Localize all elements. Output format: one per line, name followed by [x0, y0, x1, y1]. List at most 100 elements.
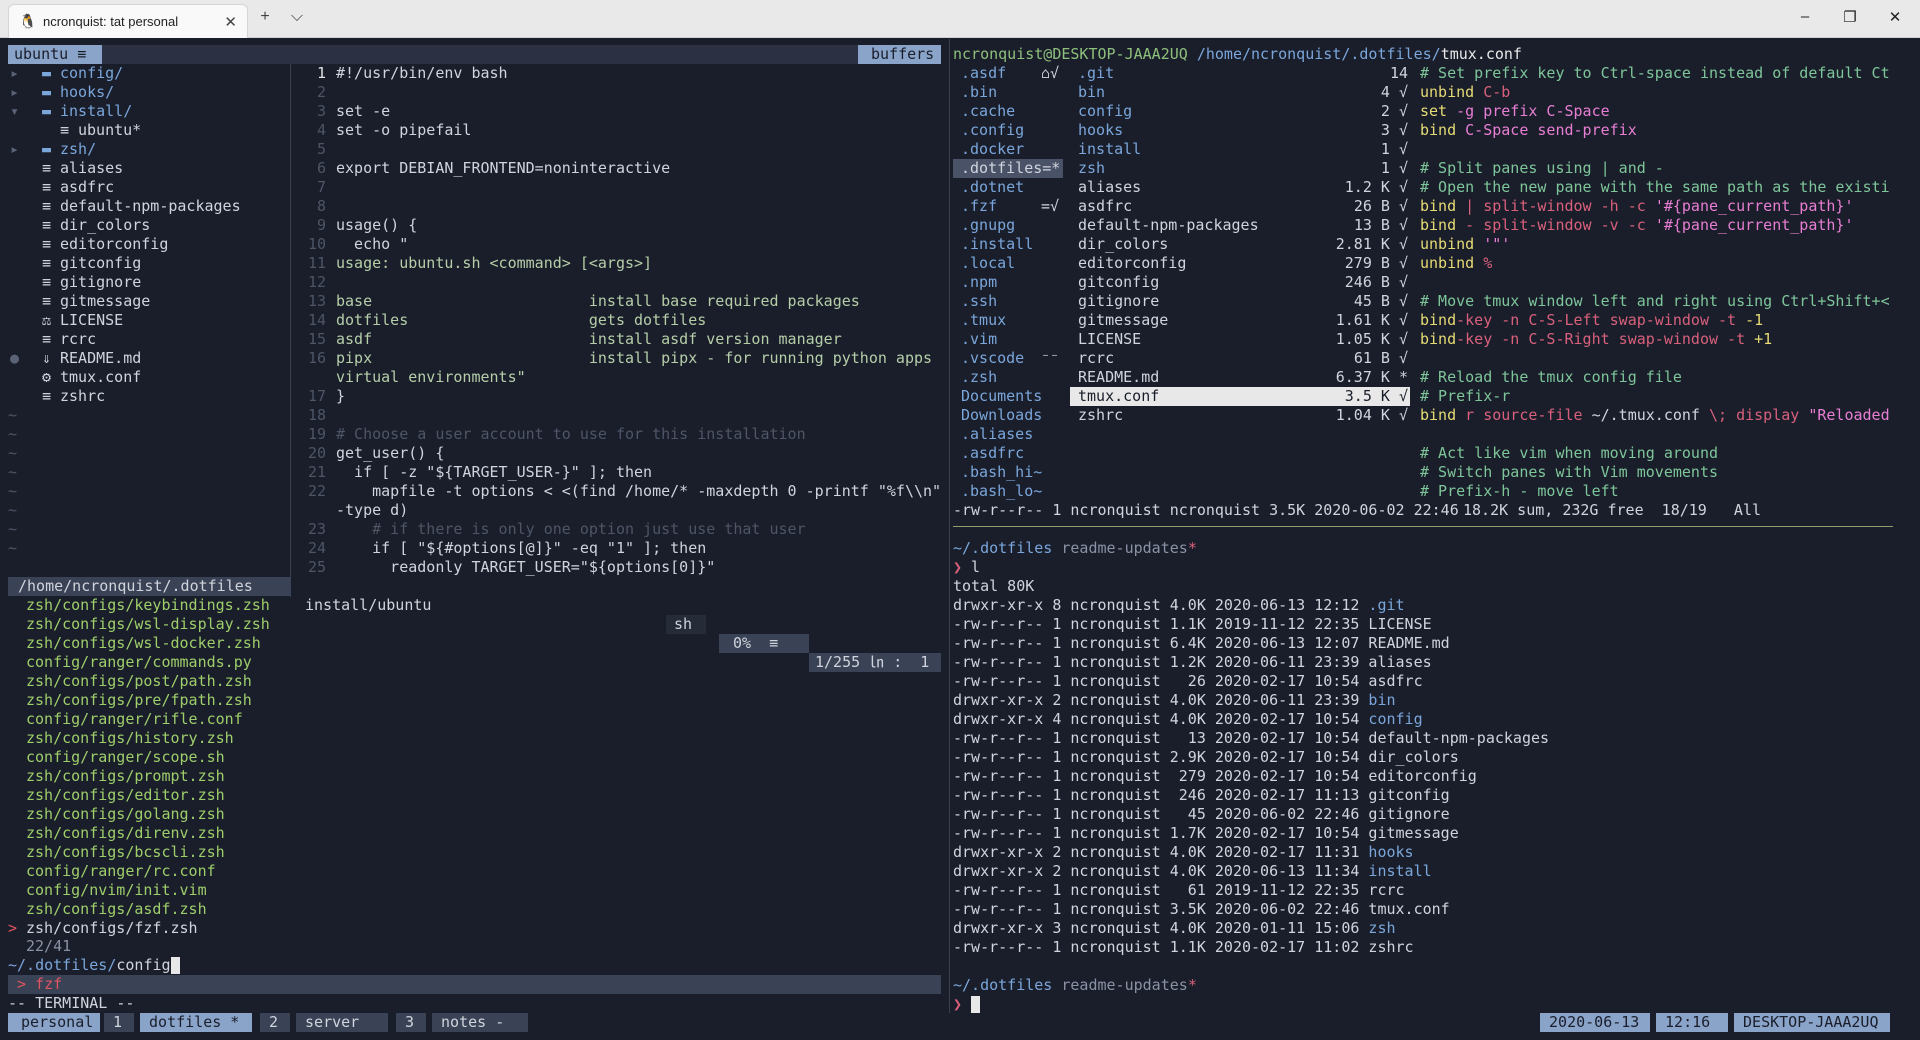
code-line[interactable]: 18 [296, 406, 941, 425]
ranger-entry[interactable]: .vscode ⁻⁻ [953, 349, 1063, 368]
fzf-result[interactable]: zsh/configs/bcscli.zsh [8, 843, 288, 862]
ranger-entry[interactable]: .docker [953, 140, 1063, 159]
tmux-window-number[interactable]: 2 [260, 1013, 290, 1032]
code-line[interactable]: 19 # Choose a user account to use for thi… [296, 425, 941, 444]
code-line[interactable]: 16 pipx install pipx - for running python… [296, 349, 941, 368]
fzf-result[interactable]: zsh/configs/wsl-display.zsh [8, 615, 288, 634]
ranger-entry[interactable]: Downloads [953, 406, 1063, 425]
ranger-entry[interactable]: .ssh [953, 292, 1063, 311]
fzf-result[interactable]: zsh/configs/prompt.zsh [8, 767, 288, 786]
code-line[interactable]: 15 asdf install asdf version manager [296, 330, 941, 349]
maximize-button[interactable]: ❐ [1835, 8, 1865, 26]
fzf-result[interactable]: zsh/configs/direnv.zsh [8, 824, 288, 843]
tree-item[interactable]: ⚖ LICENSE [8, 311, 288, 330]
code-line[interactable]: 22 mapfile -t options < <(find /home/* -… [296, 482, 941, 501]
terminal-area[interactable]: ubuntu ≡ buffers ▸ ▬ config/ ▸ ▬ hooks/ ▾ ▬ inst… [0, 39, 1920, 1040]
ranger-file[interactable]: gitmessage 1.61 K √ [1070, 311, 1410, 330]
code-line[interactable]: 11 usage: ubuntu.sh <command> [<args>] [296, 254, 941, 273]
fzf-result[interactable]: config/ranger/commands.py [8, 653, 288, 672]
fzf-result[interactable]: config/nvim/init.vim [8, 881, 288, 900]
ranger-file[interactable]: zshrc 1.04 K √ [1070, 406, 1410, 425]
tree-item[interactable]: ≡ dir_colors [8, 216, 288, 235]
ranger-file[interactable]: default-npm-packages 13 B √ [1070, 216, 1410, 235]
tree-item[interactable]: ▸ ▬ hooks/ [8, 83, 288, 102]
code-line[interactable]: 5 [296, 140, 941, 159]
tree-item[interactable]: ≡ aliases [8, 159, 288, 178]
code-line[interactable]: 12 [296, 273, 941, 292]
code-line[interactable]: 10 echo " [296, 235, 941, 254]
code-line[interactable]: 9 usage() { [296, 216, 941, 235]
tree-item[interactable]: ≡ gitignore [8, 273, 288, 292]
tree-item[interactable]: ≡ gitconfig [8, 254, 288, 273]
ranger-entry[interactable]: .cache [953, 102, 1063, 121]
code-line[interactable]: -type d) [296, 501, 941, 520]
code-line[interactable]: 8 [296, 197, 941, 216]
ranger-entry[interactable]: .gnupg [953, 216, 1063, 235]
fzf-result[interactable]: zsh/configs/asdf.zsh [8, 900, 288, 919]
tmux-window-number[interactable]: 1 [104, 1013, 134, 1032]
code-line[interactable]: virtual environments" [296, 368, 941, 387]
fzf-result[interactable]: zsh/configs/history.zsh [8, 729, 288, 748]
code-line[interactable]: 2 [296, 83, 941, 102]
new-tab-button[interactable]: + [254, 8, 276, 26]
ranger-file[interactable]: install 1 √ [1070, 140, 1410, 159]
tree-item[interactable]: ≡ gitmessage [8, 292, 288, 311]
close-window-button[interactable]: ✕ [1880, 8, 1910, 26]
ranger-entry[interactable]: .fzf =√ [953, 197, 1063, 216]
ranger-entry[interactable]: .zsh [953, 368, 1063, 387]
ranger-entry[interactable]: .dotnet [953, 178, 1063, 197]
ranger-file[interactable]: aliases 1.2 K √ [1070, 178, 1410, 197]
code-line[interactable]: 20 get_user() { [296, 444, 941, 463]
ranger-file[interactable]: asdfrc 26 B √ [1070, 197, 1410, 216]
tree-item[interactable]: ≡ asdfrc [8, 178, 288, 197]
ranger-file[interactable]: README.md 6.37 K * [1070, 368, 1410, 387]
ranger-file[interactable]: rcrc 61 B √ [1070, 349, 1410, 368]
code-line[interactable]: 6 export DEBIAN_FRONTEND=noninteractive [296, 159, 941, 178]
ranger-entry[interactable]: .asdfrc [953, 444, 1063, 463]
tab-close-icon[interactable]: ✕ [224, 13, 237, 31]
code-line[interactable]: 23 # if there is only one option just us… [296, 520, 941, 539]
ranger-file[interactable]: .git 14 [1070, 64, 1410, 83]
fzf-query[interactable]: ~/.dotfiles/config [8, 956, 180, 975]
shell-input[interactable]: ❯ [953, 995, 981, 1014]
ranger-file[interactable]: config 2 √ [1070, 102, 1410, 121]
ranger-entry[interactable]: .dotfiles=* [953, 159, 1063, 178]
ranger-entry[interactable]: .bash_hi~ [953, 463, 1063, 482]
code-line[interactable]: 25 readonly TARGET_USER="${options[0]}" [296, 558, 941, 577]
fzf-result[interactable]: config/ranger/rifle.conf [8, 710, 288, 729]
ranger-entry[interactable]: .vim [953, 330, 1063, 349]
tree-item[interactable]: ≡ rcrc [8, 330, 288, 349]
fzf-result[interactable]: zsh/configs/pre/fpath.zsh [8, 691, 288, 710]
fzf-result[interactable]: config/ranger/scope.sh [8, 748, 288, 767]
ranger-entry[interactable]: .config [953, 121, 1063, 140]
minimize-button[interactable]: – [1790, 8, 1820, 25]
tree-item[interactable]: ● ⇓ README.md [8, 349, 288, 368]
tree-item[interactable]: ▸ ▬ zsh/ [8, 140, 288, 159]
code-line[interactable]: 21 if [ -z "${TARGET_USER-}" ]; then [296, 463, 941, 482]
code-line[interactable]: 1 #!/usr/bin/env bash [296, 64, 941, 83]
tab-dropdown-button[interactable]: ⌵ [286, 8, 308, 26]
ranger-entry[interactable]: .aliases [953, 425, 1063, 444]
tree-item[interactable]: ⚙ tmux.conf [8, 368, 288, 387]
fzf-result[interactable]: zsh/configs/keybindings.zsh [8, 596, 288, 615]
tree-item[interactable]: ▾ ▬ install/ [8, 102, 288, 121]
tree-item[interactable]: ≡ editorconfig [8, 235, 288, 254]
ranger-file[interactable]: dir_colors 2.81 K √ [1070, 235, 1410, 254]
fzf-result[interactable]: zsh/configs/editor.zsh [8, 786, 288, 805]
code-line[interactable]: 17} [296, 387, 941, 406]
terminal-tab[interactable]: 🐧 ncronquist: tat personal ✕ [8, 4, 248, 38]
code-line[interactable]: 3 set -e [296, 102, 941, 121]
tmux-window-name[interactable]: notes - [432, 1013, 528, 1032]
tmux-window-number[interactable]: 3 [396, 1013, 426, 1032]
code-line[interactable]: 13 base install base required packages [296, 292, 941, 311]
ranger-file[interactable]: zsh 1 √ [1070, 159, 1410, 178]
fzf-result[interactable]: config/ranger/rc.conf [8, 862, 288, 881]
ranger-file[interactable]: LICENSE 1.05 K √ [1070, 330, 1410, 349]
tree-item[interactable]: ≡ default-npm-packages [8, 197, 288, 216]
ranger-entry[interactable]: .local [953, 254, 1063, 273]
ranger-entry[interactable]: .asdf ⌂√ [953, 64, 1063, 83]
ranger-file[interactable]: gitignore 45 B √ [1070, 292, 1410, 311]
ranger-file[interactable]: tmux.conf 3.5 K √ [1070, 387, 1410, 406]
ranger-file[interactable]: bin 4 √ [1070, 83, 1410, 102]
fzf-result[interactable]: zsh/configs/golang.zsh [8, 805, 288, 824]
